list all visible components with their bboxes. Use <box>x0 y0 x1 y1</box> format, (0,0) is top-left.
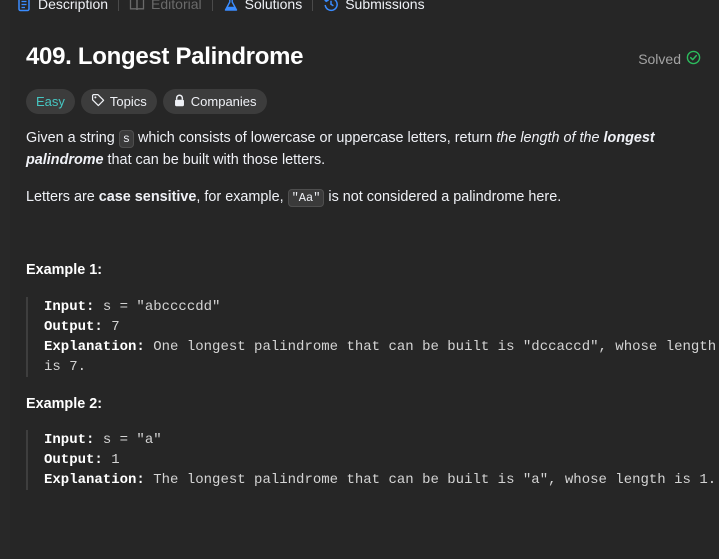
difficulty-label: Easy <box>36 94 65 109</box>
tab-divider <box>312 0 314 11</box>
description-paragraph: Letters are case sensitive, for example,… <box>26 189 562 207</box>
inline-code: "Aa" <box>287 189 325 207</box>
description-paragraph: Given a string s which consists of lower… <box>26 130 655 168</box>
problem-panel: Description Editorial Solutions Submissi… <box>10 0 719 559</box>
tab-description-label: Description <box>38 0 109 12</box>
difficulty-badge: Easy <box>26 89 75 114</box>
example-input: Input: s = "abccccdd" <box>44 299 221 315</box>
companies-button[interactable]: Companies <box>162 89 267 114</box>
example-output: Output: 1 <box>44 452 120 468</box>
check-circle-icon <box>686 50 701 68</box>
tab-editorial-label: Editorial <box>151 0 202 12</box>
example-explanation: Explanation: The longest palindrome that… <box>44 472 717 488</box>
example-block: Input: s = "abccccdd" Output: 7 Explanatio… <box>26 297 719 377</box>
tab-submissions[interactable]: Submissions <box>317 0 430 12</box>
example-explanation: Explanation: One longest palindrome that… <box>44 339 717 375</box>
example-title: Example 2: <box>26 396 102 412</box>
tab-solutions[interactable]: Solutions <box>217 0 309 12</box>
topics-button[interactable]: Topics <box>80 89 157 114</box>
lock-icon <box>173 94 186 110</box>
tab-divider <box>118 0 120 11</box>
tab-description[interactable]: Description <box>10 0 114 12</box>
problem-title: 409. Longest Palindrome <box>26 43 304 70</box>
example-block: Input: s = "a" Output: 1 Explanation: The … <box>26 430 719 490</box>
example-input: Input: s = "a" <box>44 432 162 448</box>
solved-label: Solved <box>638 51 681 67</box>
solved-status: Solved <box>638 50 701 68</box>
tab-solutions-label: Solutions <box>244 0 303 12</box>
flask-icon <box>223 0 239 12</box>
problem-tags: Easy Topics Companies <box>26 89 267 114</box>
example-title: Example 1: <box>26 262 102 278</box>
problem-description: Given a string s which consists of lower… <box>26 128 696 209</box>
topics-label: Topics <box>109 94 147 109</box>
tag-icon <box>91 93 105 110</box>
description-icon <box>16 0 32 12</box>
tab-submissions-label: Submissions <box>345 0 425 12</box>
history-icon <box>323 0 339 12</box>
tab-divider <box>211 0 213 11</box>
example-output: Output: 7 <box>44 319 120 335</box>
book-icon <box>129 0 145 12</box>
tab-editorial[interactable]: Editorial <box>123 0 208 12</box>
companies-label: Companies <box>190 94 257 109</box>
tab-bar: Description Editorial Solutions Submissi… <box>10 0 431 14</box>
inline-code: s <box>118 130 134 148</box>
